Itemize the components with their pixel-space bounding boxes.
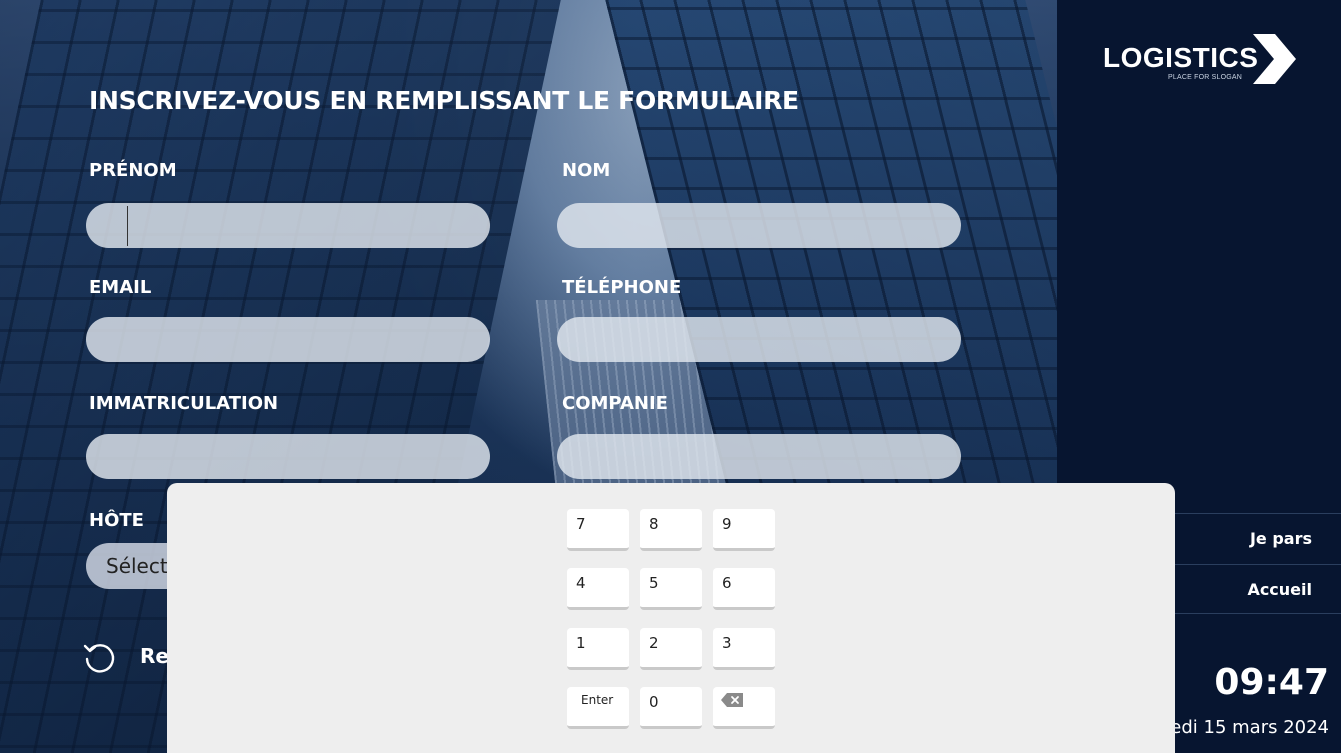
plate-field[interactable] [86,434,490,479]
firstname-label: PRÉNOM [89,160,177,181]
key-9[interactable]: 9 [713,509,775,551]
chevron-logo-icon [1253,34,1296,84]
backspace-icon [721,693,743,707]
reset-icon [83,644,115,673]
reset-label[interactable]: Re [140,644,169,668]
lastname-field[interactable] [557,203,961,248]
text-caret [127,206,128,246]
brand-slogan: PLACE FOR SLOGAN [1168,74,1242,81]
host-select-value: Sélect [106,554,168,578]
key-0[interactable]: 0 [640,687,702,729]
key-2[interactable]: 2 [640,628,702,670]
key-enter[interactable]: Enter [567,687,629,729]
key-4[interactable]: 4 [567,568,629,610]
email-label: EMAIL [89,277,152,298]
plate-label: IMMATRICULATION [89,393,279,414]
brand-logo: LOGISTICS PLACE FOR SLOGAN [1103,34,1303,86]
reset-button[interactable] [82,638,118,678]
key-6[interactable]: 6 [713,568,775,610]
phone-field[interactable] [557,317,961,362]
numeric-keypad: 7 8 9 4 5 6 1 2 3 Enter 0 [167,483,1175,753]
email-field[interactable] [86,317,490,362]
key-backspace[interactable] [713,687,775,729]
key-8[interactable]: 8 [640,509,702,551]
company-label: COMPANIE [562,393,668,414]
host-label: HÔTE [89,510,144,531]
clock: 09:47 [1214,662,1329,703]
firstname-field[interactable] [86,203,490,248]
key-7[interactable]: 7 [567,509,629,551]
page-title: INSCRIVEZ-VOUS EN REMPLISSANT LE FORMULA… [89,86,799,115]
key-3[interactable]: 3 [713,628,775,670]
brand-name: LOGISTICS [1103,42,1259,73]
lastname-label: NOM [562,160,611,181]
company-field[interactable] [557,434,961,479]
phone-label: TÉLÉPHONE [562,277,682,298]
key-5[interactable]: 5 [640,568,702,610]
key-1[interactable]: 1 [567,628,629,670]
date: dredi 15 mars 2024 [1151,717,1329,738]
